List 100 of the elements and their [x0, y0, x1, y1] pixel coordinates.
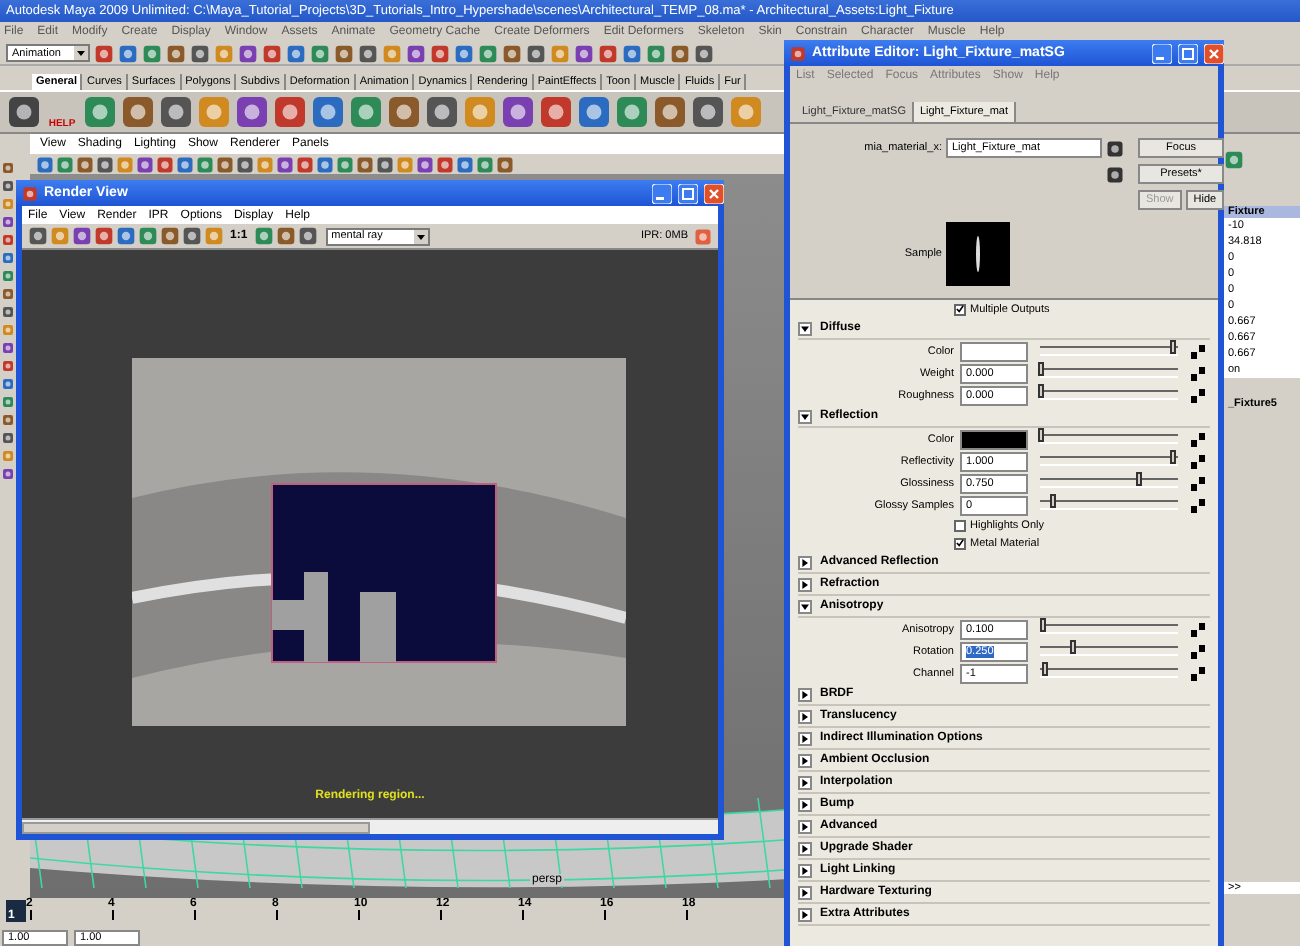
tool-icon[interactable]	[2, 234, 14, 246]
map-button-icon[interactable]	[1190, 387, 1206, 403]
expand-toggle[interactable]	[798, 555, 812, 569]
tool-icon[interactable]	[538, 94, 574, 130]
slider[interactable]	[1040, 500, 1178, 510]
tool-icon[interactable]	[424, 94, 460, 130]
tool-icon[interactable]	[334, 43, 354, 63]
tool-icon[interactable]	[310, 43, 330, 63]
tool-icon[interactable]	[2, 252, 14, 264]
tool-icon[interactable]	[166, 43, 186, 63]
minimize-icon[interactable]	[652, 183, 672, 203]
slider[interactable]	[1040, 434, 1178, 444]
tool-icon[interactable]	[94, 43, 114, 63]
map-button-icon[interactable]	[1190, 643, 1206, 659]
map-button-icon[interactable]	[1190, 453, 1206, 469]
tool-icon[interactable]	[76, 155, 94, 173]
slider-thumb[interactable]	[1038, 428, 1045, 442]
tool-icon[interactable]	[2, 180, 14, 192]
tool-icon[interactable]	[136, 155, 154, 173]
tool-icon[interactable]	[216, 155, 234, 173]
map-button-icon[interactable]	[1190, 365, 1206, 381]
tool-icon[interactable]	[430, 43, 450, 63]
tool-icon[interactable]	[476, 155, 494, 173]
tool-icon[interactable]	[358, 43, 378, 63]
tool-icon[interactable]	[502, 43, 522, 63]
tool-icon[interactable]	[2, 468, 14, 480]
tool-icon[interactable]	[262, 43, 282, 63]
tool-icon[interactable]	[2, 378, 14, 390]
tool-icon[interactable]	[436, 155, 454, 173]
tool-icon[interactable]	[478, 43, 498, 63]
tool-icon[interactable]	[6, 94, 42, 130]
tool-icon[interactable]	[275, 226, 296, 246]
slider[interactable]	[1040, 646, 1178, 656]
tool-icon[interactable]	[348, 94, 384, 130]
tool-icon[interactable]	[94, 226, 114, 246]
expand-toggle[interactable]	[798, 775, 812, 789]
tool-icon[interactable]	[138, 226, 158, 246]
tool-icon[interactable]	[694, 43, 714, 63]
expand-toggle[interactable]	[798, 321, 812, 335]
tool-icon[interactable]	[2, 270, 14, 282]
tool-icon[interactable]	[296, 155, 314, 173]
close-icon[interactable]	[1204, 43, 1224, 63]
expand-toggle[interactable]	[798, 753, 812, 767]
expand-toggle[interactable]	[798, 599, 812, 613]
tool-icon[interactable]	[82, 94, 118, 130]
slider[interactable]	[1040, 368, 1178, 378]
tool-icon[interactable]	[598, 43, 618, 63]
checkbox[interactable]	[954, 537, 966, 549]
slider[interactable]	[1040, 456, 1178, 466]
tool-icon[interactable]	[36, 155, 54, 173]
tool-icon[interactable]	[156, 155, 174, 173]
tool-icon[interactable]	[670, 43, 690, 63]
expand-toggle[interactable]	[798, 841, 812, 855]
tool-icon[interactable]	[2, 414, 14, 426]
tool-icon[interactable]	[2, 216, 14, 228]
tool-icon[interactable]	[496, 155, 514, 173]
tool-icon[interactable]	[356, 155, 374, 173]
tool-icon[interactable]	[297, 226, 318, 246]
tool-icon[interactable]	[142, 43, 162, 63]
tool-icon[interactable]	[118, 43, 138, 63]
checkbox[interactable]	[954, 303, 966, 315]
tool-icon[interactable]	[238, 43, 258, 63]
tool-icon[interactable]	[182, 226, 202, 246]
tool-icon[interactable]	[416, 155, 434, 173]
tool-icon[interactable]	[456, 155, 474, 173]
tool-icon[interactable]	[690, 94, 726, 130]
tool-icon[interactable]	[614, 94, 650, 130]
expand-toggle[interactable]	[798, 709, 812, 723]
slider-thumb[interactable]	[1070, 640, 1077, 654]
tool-icon[interactable]	[386, 94, 422, 130]
tool-icon[interactable]	[576, 94, 612, 130]
expand-toggle[interactable]	[798, 577, 812, 591]
tool-icon[interactable]	[646, 43, 666, 63]
output-icon[interactable]	[1106, 165, 1124, 183]
tool-icon[interactable]	[96, 155, 114, 173]
tool-icon[interactable]	[272, 94, 308, 130]
tool-icon[interactable]	[2, 432, 14, 444]
input-icon[interactable]	[1106, 139, 1124, 157]
tool-icon[interactable]	[526, 43, 546, 63]
slider[interactable]	[1040, 346, 1178, 356]
tool-icon[interactable]	[2, 306, 14, 318]
expand-toggle[interactable]	[798, 797, 812, 811]
map-button-icon[interactable]	[1190, 431, 1206, 447]
tool-icon[interactable]	[72, 226, 92, 246]
slider[interactable]	[1040, 478, 1178, 488]
slider-thumb[interactable]	[1169, 340, 1176, 354]
slider-thumb[interactable]	[1038, 362, 1045, 376]
map-button-icon[interactable]	[1190, 343, 1206, 359]
slider[interactable]	[1040, 668, 1178, 678]
tool-icon[interactable]	[176, 155, 194, 173]
app-icon[interactable]	[22, 185, 38, 201]
map-button-icon[interactable]	[1190, 497, 1206, 513]
tool-icon[interactable]	[158, 94, 194, 130]
slider[interactable]	[1040, 390, 1178, 400]
tool-icon[interactable]	[316, 155, 334, 173]
tool-icon[interactable]	[160, 226, 180, 246]
tool-icon[interactable]	[276, 155, 294, 173]
slider[interactable]	[1040, 624, 1178, 634]
maximize-icon[interactable]	[1178, 43, 1198, 63]
close-icon[interactable]	[704, 183, 724, 203]
